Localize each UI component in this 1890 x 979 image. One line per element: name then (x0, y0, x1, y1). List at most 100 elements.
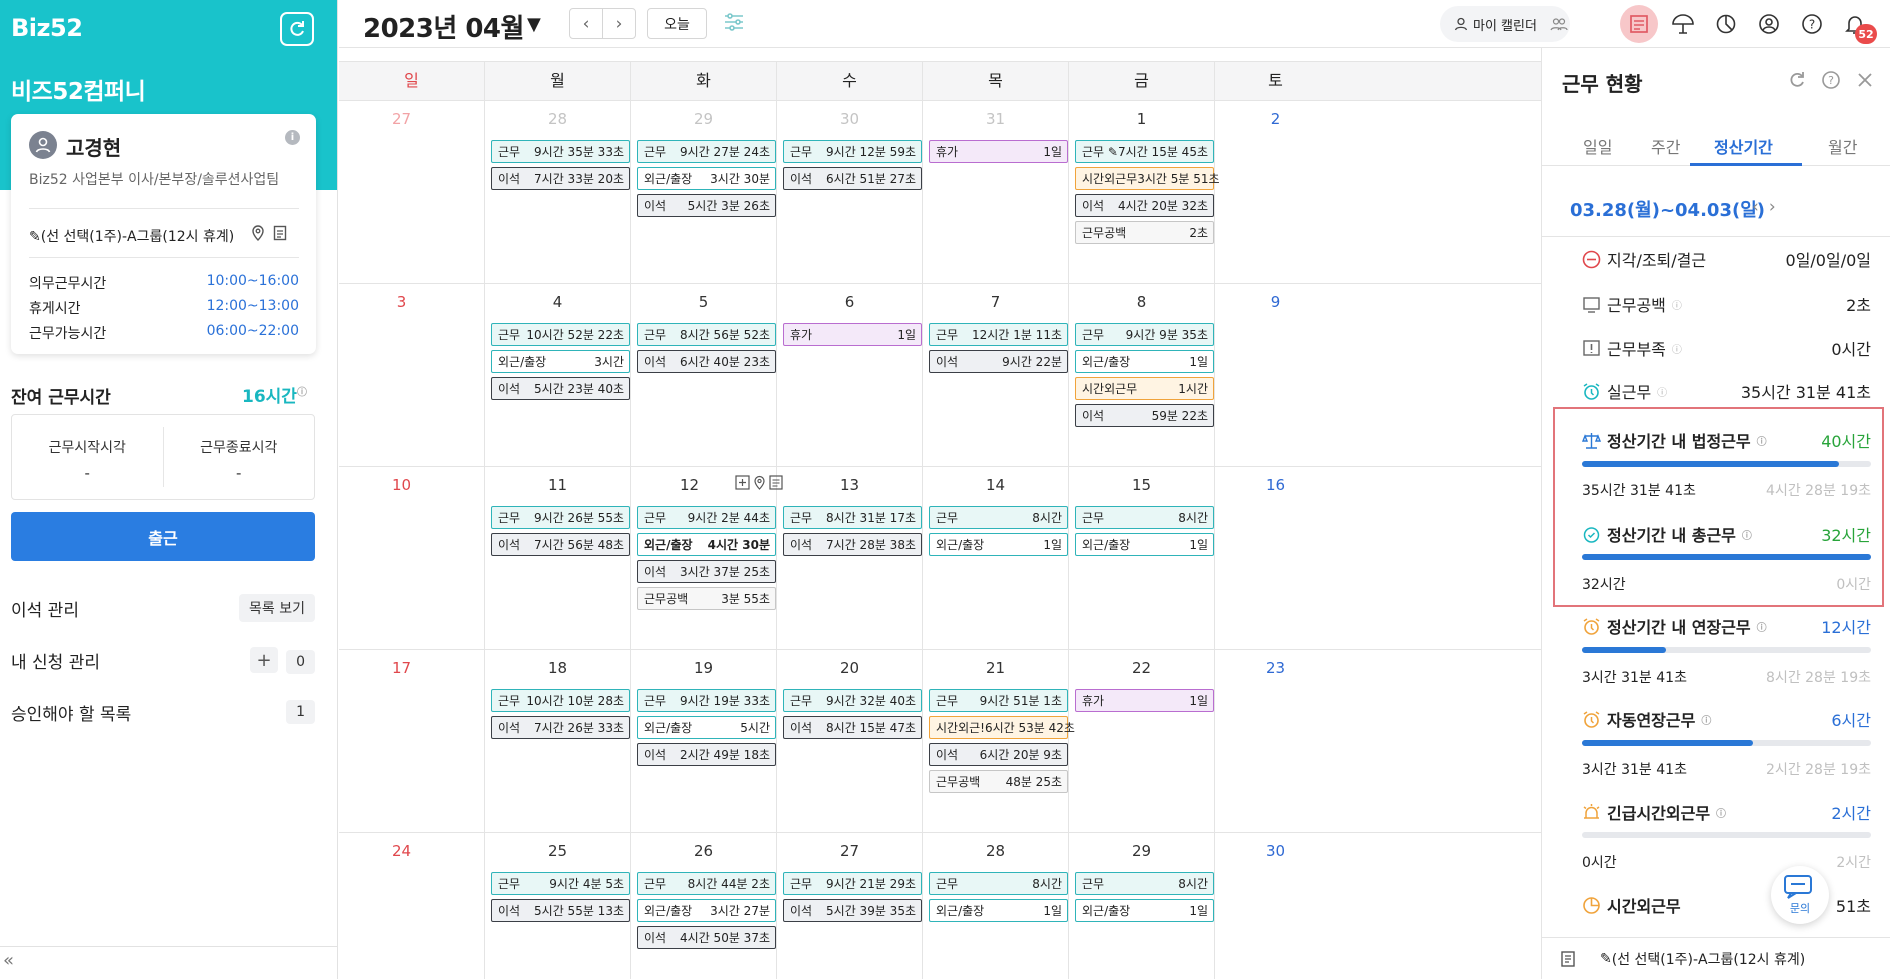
calendar-event[interactable]: 근무 9시간 35분 33초 (491, 140, 630, 163)
calendar-day-cell[interactable]: 7 근무 12시간 1분 11초 이석 9시간 22분 (923, 284, 1069, 467)
info-icon[interactable]: ⓘ (1672, 297, 1682, 312)
calendar-event[interactable]: 외근/출장 1일 (929, 899, 1068, 922)
calendar-event[interactable]: 외근/출장 1일 (1075, 533, 1214, 556)
calendar-event[interactable]: 이석 5시간 39분 35초 (783, 899, 922, 922)
info-icon[interactable]: ⓘ (1716, 805, 1726, 820)
calendar-day-cell[interactable]: 17 (339, 650, 485, 833)
calendar-event[interactable]: 근무 8시간 (1075, 506, 1214, 529)
calendar-event[interactable]: 이석 4시간 50분 37초 (637, 926, 776, 949)
calendar-event[interactable]: 이석 2시간 49분 18초 (637, 743, 776, 766)
prev-month-button[interactable]: ‹ (569, 8, 603, 39)
refresh-icon[interactable] (1787, 70, 1807, 90)
calendar-event[interactable]: 근무 8시간 (929, 506, 1068, 529)
calendar-event[interactable]: 시간외근무 3시간 5분 51초 (1075, 167, 1220, 190)
calendar-day-cell[interactable]: 29 근무 8시간 외근/출장 1일 (1069, 833, 1215, 979)
calendar-event[interactable]: 휴가 1일 (1075, 689, 1214, 712)
calendar-day-cell[interactable]: 12 근무 9시간 2분 44초 외근/출장 4시간 30분 이석 3시간 37분 25초 근… (631, 467, 783, 650)
calendar-event[interactable]: 근무 9시간 2분 44초 (637, 506, 776, 529)
calendar-day-cell[interactable]: 5 근무 8시간 56분 52초 이석 6시간 40분 23초 (631, 284, 777, 467)
calendar-day-cell[interactable]: 8 근무 9시간 9분 35초 외근/출장 1일 시간외근무 1시간 이석 59분 22초 (1069, 284, 1215, 467)
calendar-event[interactable]: 외근/출장 4시간 30분 (637, 533, 776, 556)
calendar-event[interactable]: 휴가 1일 (783, 323, 922, 346)
calendar-event[interactable]: 이석 5시간 23분 40초 (491, 377, 630, 400)
calendar-event[interactable]: 시간외근무 1시간 (1075, 377, 1214, 400)
calendar-day-cell[interactable]: 30 (1215, 833, 1336, 979)
calendar-event[interactable]: 이석 3시간 37분 25초 (637, 560, 776, 583)
tab-monthly[interactable]: 월간 (1828, 134, 1857, 158)
add-request-button[interactable]: + (250, 647, 279, 673)
calendar-event[interactable]: 이석 7시간 56분 48초 (491, 533, 630, 556)
location-pin-icon[interactable] (753, 475, 766, 490)
calendar-day-cell[interactable]: 28 근무 8시간 외근/출장 1일 (923, 833, 1069, 979)
info-icon[interactable]: ⓘ (1757, 433, 1767, 448)
calendar-day-cell[interactable]: 24 (339, 833, 485, 979)
calendar-day-cell[interactable]: 14 근무 8시간 외근/출장 1일 (923, 467, 1069, 650)
calendar-day-cell[interactable]: 3 (339, 284, 485, 467)
work-calendar-icon[interactable] (1620, 5, 1658, 43)
calendar-day-cell[interactable]: 11 근무 9시간 26분 55초 이석 7시간 56분 48초 (485, 467, 631, 650)
calendar-event[interactable]: 이석 5시간 3분 26초 (637, 194, 776, 217)
calendar-day-cell[interactable]: 1 근무 ✎ 7시간 15분 45초 시간외근무 3시간 5분 51초 이석 4시간 20분… (1069, 101, 1220, 284)
calendar-event[interactable]: 이석 7시간 33분 20초 (491, 167, 630, 190)
calendar-event[interactable]: 이석 7시간 26분 33초 (491, 716, 630, 739)
calendar-day-cell[interactable]: 2 (1215, 101, 1336, 284)
calendar-event[interactable]: 근무 9시간 12분 59초 (783, 140, 922, 163)
calendar-day-cell[interactable]: 22 휴가 1일 (1069, 650, 1215, 833)
pie-chart-icon[interactable] (1707, 5, 1745, 43)
tab-settlement-period[interactable]: 정산기간 (1714, 134, 1773, 158)
info-icon[interactable]: ⓘ (297, 387, 307, 398)
my-calendar-toggle[interactable]: 마이 캘린더 (1440, 6, 1570, 42)
month-dropdown-icon[interactable]: ▼ (527, 14, 541, 35)
filter-settings-icon[interactable] (722, 10, 746, 34)
calendar-event[interactable]: 이석 59분 22초 (1075, 404, 1214, 427)
calendar-event[interactable]: 근무 9시간 51분 1초 (929, 689, 1068, 712)
collapse-sidebar-icon[interactable]: « (3, 950, 14, 971)
calendar-day-cell[interactable]: 30 근무 9시간 12분 59초 이석 6시간 51분 27초 (777, 101, 923, 284)
calendar-event[interactable]: 이석 5시간 55분 13초 (491, 899, 630, 922)
calendar-event[interactable]: 휴가 1일 (929, 140, 1068, 163)
calendar-event[interactable]: 근무 10시간 10분 28초 (491, 689, 630, 712)
info-icon[interactable]: ⓘ (1742, 527, 1752, 542)
refresh-button[interactable] (280, 12, 314, 46)
calendar-event[interactable]: 외근/출장 1일 (1075, 350, 1214, 373)
calendar-event[interactable]: 외근/출장 3시간 27분 (637, 899, 776, 922)
approvals-count[interactable]: 1 (286, 700, 315, 724)
calendar-day-cell[interactable]: 13 근무 8시간 31분 17초 이석 7시간 28분 38초 (777, 467, 923, 650)
calendar-event[interactable]: 근무 12시간 1분 11초 (929, 323, 1068, 346)
calendar-day-cell[interactable]: 16 (1215, 467, 1336, 650)
calendar-event[interactable]: 근무 9시간 4분 5초 (491, 872, 630, 895)
calendar-event[interactable]: 근무공백 3분 55초 (637, 587, 776, 610)
calendar-event[interactable]: 근무 9시간 32분 40초 (783, 689, 922, 712)
today-button[interactable]: 오늘 (647, 8, 707, 39)
calendar-event[interactable]: 근무 9시간 19분 33초 (637, 689, 776, 712)
calendar-event[interactable]: 이석 6시간 40분 23초 (637, 350, 776, 373)
calendar-event[interactable]: 외근/출장 1일 (929, 533, 1068, 556)
tab-weekly[interactable]: 주간 (1651, 134, 1680, 158)
calendar-event[interactable]: 근무 8시간 44분 2초 (637, 872, 776, 895)
calendar-day-cell[interactable]: 9 (1215, 284, 1336, 467)
close-icon[interactable] (1855, 70, 1875, 90)
requests-count[interactable]: 0 (286, 649, 315, 674)
calendar-day-cell[interactable]: 28 근무 9시간 35분 33초 이석 7시간 33분 20초 (485, 101, 631, 284)
next-month-button[interactable]: › (602, 8, 636, 39)
calendar-day-cell[interactable]: 20 근무 9시간 32분 40초 이석 8시간 15분 47초 (777, 650, 923, 833)
calendar-event[interactable]: 이석 6시간 51분 27초 (783, 167, 922, 190)
calendar-day-cell[interactable]: 21 근무 9시간 51분 1초 시간외근! 6시간 53분 42초 이석 6시간 20분 … (923, 650, 1075, 833)
calendar-day-cell[interactable]: 27 근무 9시간 21분 29초 이석 5시간 39분 35초 (777, 833, 923, 979)
calendar-day-cell[interactable]: 23 (1215, 650, 1336, 833)
account-icon[interactable] (1750, 5, 1788, 43)
calendar-event[interactable]: 근무 9시간 26분 55초 (491, 506, 630, 529)
calendar-day-cell[interactable]: 26 근무 8시간 44분 2초 외근/출장 3시간 27분 이석 4시간 50분 37초 (631, 833, 777, 979)
location-pin-icon[interactable] (251, 225, 265, 241)
calendar-event[interactable]: 외근/출장 3시간 30분 (637, 167, 776, 190)
calendar-event[interactable]: 근무 9시간 27분 24초 (637, 140, 776, 163)
document-icon[interactable] (273, 225, 287, 241)
help-icon[interactable]: ? (1793, 5, 1831, 43)
calendar-day-cell[interactable]: 18 근무 10시간 10분 28초 이석 7시간 26분 33초 (485, 650, 631, 833)
info-icon[interactable]: ⓘ (1701, 712, 1711, 727)
calendar-event[interactable]: 근무 9시간 21분 29초 (783, 872, 922, 895)
calendar-event[interactable]: 근무 9시간 9분 35초 (1075, 323, 1214, 346)
info-icon[interactable]: i (285, 130, 300, 145)
view-list-button[interactable]: 목록 보기 (239, 594, 315, 622)
calendar-event[interactable]: 외근/출장 1일 (1075, 899, 1214, 922)
